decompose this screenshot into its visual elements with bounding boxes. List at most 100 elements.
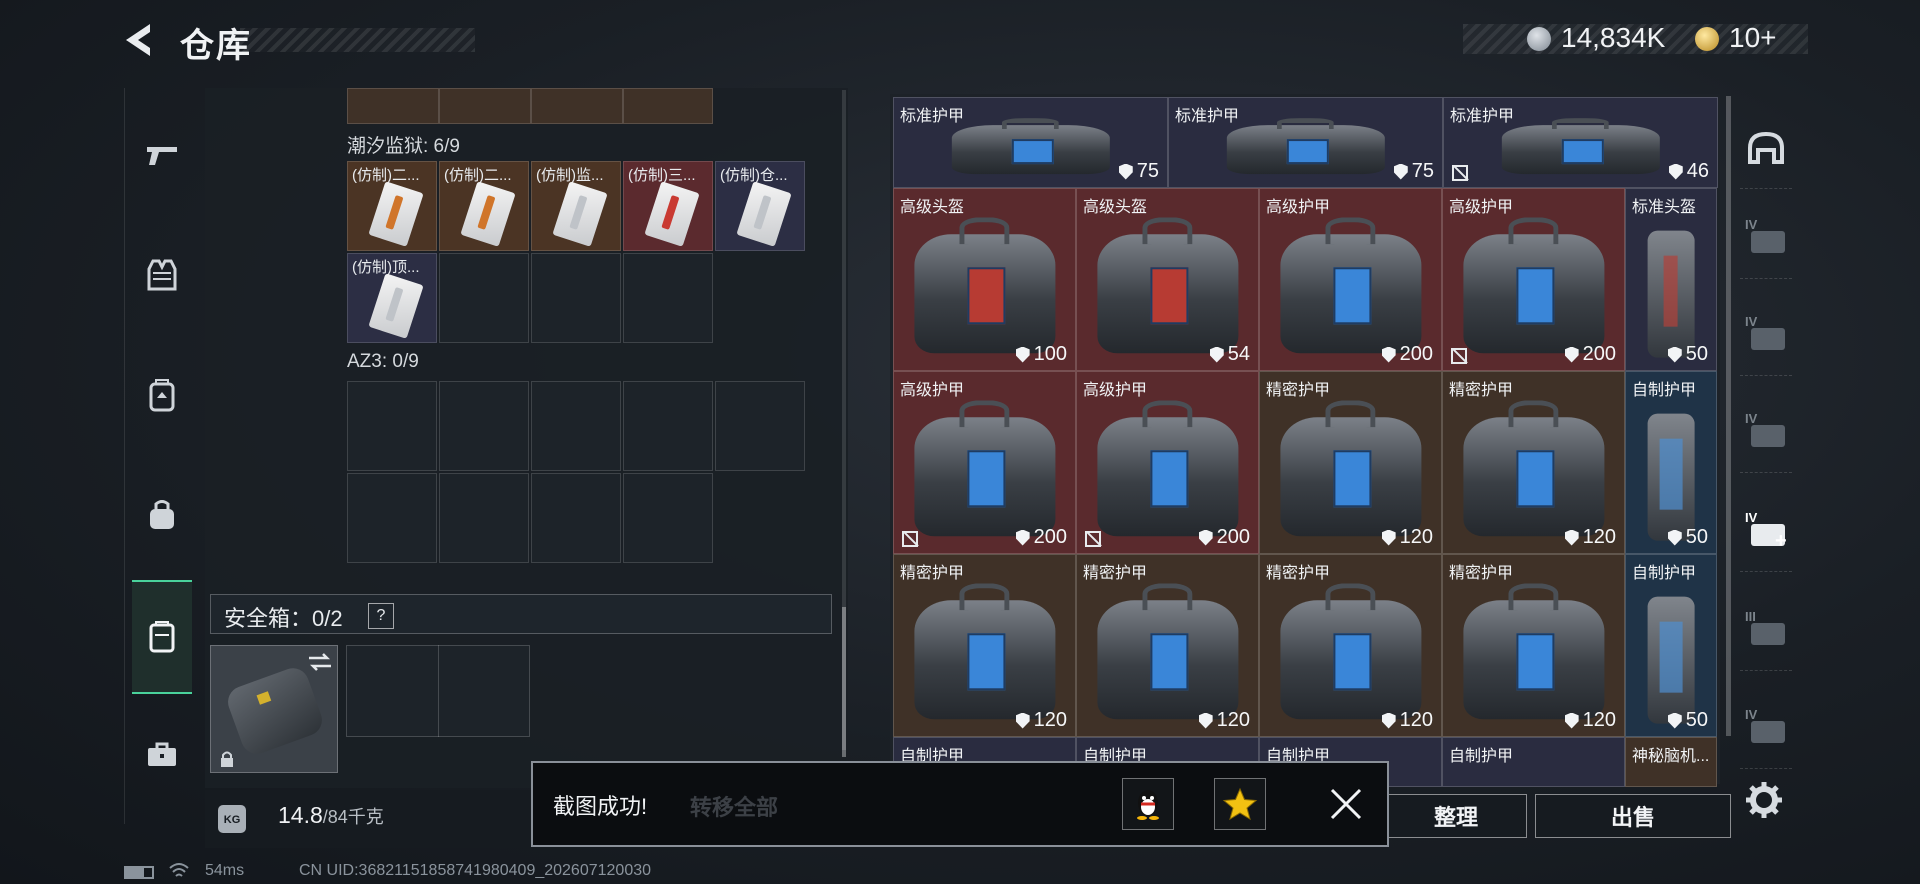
shield-icon [1564, 346, 1579, 363]
partial-slot[interactable] [347, 88, 439, 124]
inventory-item[interactable]: 标准头盔 50 [1625, 188, 1717, 371]
inventory-item[interactable]: 高级护甲 200 [1259, 188, 1442, 371]
durability-value: 75 [1136, 160, 1159, 182]
gold-currency-amount[interactable]: 10+ [1729, 22, 1777, 54]
armor-pack-image [1647, 230, 1695, 358]
durability-value: 120 [1582, 526, 1616, 548]
help-icon[interactable]: ? [368, 603, 394, 629]
empty-slot[interactable] [531, 381, 621, 471]
empty-slot[interactable] [347, 381, 437, 471]
filter-helmet[interactable] [1740, 108, 1792, 189]
no-display-icon [1085, 531, 1101, 547]
safe-box-label: 安全箱：0/2 [224, 606, 343, 631]
inventory-item[interactable]: 精密护甲 120 [1259, 554, 1442, 737]
filter-armor-tier-3-icon[interactable]: III [1740, 590, 1792, 671]
empty-slot[interactable] [531, 253, 621, 343]
inventory-item[interactable]: 自制护甲 50 [1625, 371, 1717, 554]
inventory-item[interactable]: 高级头盔 54 [1076, 188, 1259, 371]
item-slot[interactable]: (仿制)二... [347, 161, 437, 251]
empty-slot[interactable] [623, 473, 713, 563]
inventory-item[interactable]: 精密护甲 120 [1442, 371, 1625, 554]
tier-label: IV [1745, 411, 1758, 426]
durability-readout: 120 [1381, 709, 1433, 732]
item-slot[interactable]: (仿制)三... [623, 161, 713, 251]
safe-case-emblem [256, 691, 272, 705]
nav-backpacks[interactable] [132, 460, 192, 570]
battery-icon [124, 866, 154, 879]
inventory-item[interactable]: 标准护甲 46 [1443, 97, 1718, 188]
durability-readout: 120 [1015, 709, 1067, 732]
inventory-item[interactable]: 精密护甲 120 [1442, 554, 1625, 737]
item-slot[interactable]: (仿制)仓... [715, 161, 805, 251]
right-scrollbar[interactable] [1726, 96, 1731, 736]
inventory-item[interactable]: 高级护甲 200 [893, 371, 1076, 554]
armor-plate [1561, 138, 1604, 165]
nav-items[interactable] [132, 700, 192, 810]
partial-slot[interactable] [623, 88, 713, 124]
nav-weapons[interactable] [132, 100, 192, 210]
nav-safe-cases[interactable] [132, 580, 192, 694]
durability-value: 200 [1216, 526, 1250, 548]
armor-plate [1150, 633, 1189, 691]
sort-button[interactable]: 整理 [1385, 794, 1527, 838]
durability-readout: 120 [1564, 526, 1616, 549]
share-qzone-button[interactable] [1214, 778, 1266, 830]
partial-slot[interactable] [531, 88, 623, 124]
inventory-item[interactable]: 标准护甲 75 [1168, 97, 1443, 188]
swap-icon[interactable] [307, 652, 333, 672]
item-slot[interactable]: (仿制)顶... [347, 253, 437, 343]
settings-button[interactable] [1744, 780, 1784, 820]
close-toast-button[interactable] [1326, 784, 1366, 824]
back-arrow-icon [126, 24, 150, 56]
inventory-item[interactable]: 精密护甲 120 [1259, 371, 1442, 554]
armor-bag-image [1279, 583, 1422, 720]
shield-icon [1564, 529, 1579, 546]
inventory-item[interactable]: 自制护甲 50 [1625, 554, 1717, 737]
partial-slot[interactable] [439, 88, 531, 124]
armor-plate [967, 633, 1006, 691]
weight-max: /84千克 [322, 807, 384, 827]
nav-chest-rigs[interactable] [132, 340, 192, 450]
empty-slot[interactable] [347, 473, 437, 563]
item-name: 高级头盔 [900, 199, 965, 216]
empty-slot[interactable] [623, 253, 713, 343]
inventory-item[interactable]: 神秘脑机... [1625, 737, 1717, 787]
empty-slot[interactable] [623, 381, 713, 471]
filter-armor-tier-4-icon[interactable]: IV [1740, 198, 1792, 279]
item-name: 标准护甲 [1175, 108, 1240, 125]
helmet-icon [1748, 131, 1784, 164]
durability-readout: 50 [1667, 709, 1708, 732]
inventory-item[interactable]: 标准护甲 75 [893, 97, 1168, 188]
filter-armor-tier-4-icon[interactable]: IV [1740, 295, 1792, 376]
armor-tier-4-icon: IV [1745, 411, 1787, 449]
item-slot[interactable]: (仿制)二... [439, 161, 529, 251]
inventory-item[interactable]: 高级护甲 200 [1076, 371, 1259, 554]
inventory-item[interactable]: 精密护甲 120 [893, 554, 1076, 737]
back-button[interactable] [120, 20, 158, 60]
item-slot[interactable]: (仿制)监... [531, 161, 621, 251]
filter-armor-tier-4-icon[interactable]: IV [1740, 392, 1792, 473]
inventory-item[interactable]: 自制护甲 [1442, 737, 1625, 787]
inventory-item[interactable]: 高级护甲 200 [1442, 188, 1625, 371]
shield-icon [1381, 346, 1396, 363]
tier-label: IV [1745, 707, 1758, 722]
inventory-item[interactable]: 精密护甲 120 [1076, 554, 1259, 737]
hidden-transfer-all: 转移全部 [690, 795, 779, 820]
title-decoration [240, 28, 475, 52]
safe-slot-divider [438, 645, 439, 737]
filter-armor-tier-4-plus-icon[interactable]: IV + [1740, 491, 1792, 572]
armor-bag-image [1462, 400, 1605, 537]
empty-slot[interactable] [439, 253, 529, 343]
inventory-item[interactable]: 高级头盔 100 [893, 188, 1076, 371]
empty-slot[interactable] [715, 381, 805, 471]
left-scrollbar-thumb[interactable] [842, 607, 846, 757]
sell-button[interactable]: 出售 [1535, 794, 1731, 838]
equipped-safe-case[interactable] [210, 645, 338, 773]
empty-slot[interactable] [531, 473, 621, 563]
nav-vests[interactable] [132, 220, 192, 330]
vest-icon [147, 259, 177, 291]
empty-slot[interactable] [439, 473, 529, 563]
filter-armor-tier-4-icon[interactable]: IV [1740, 688, 1792, 769]
share-qq-button[interactable] [1122, 778, 1174, 830]
empty-slot[interactable] [439, 381, 529, 471]
